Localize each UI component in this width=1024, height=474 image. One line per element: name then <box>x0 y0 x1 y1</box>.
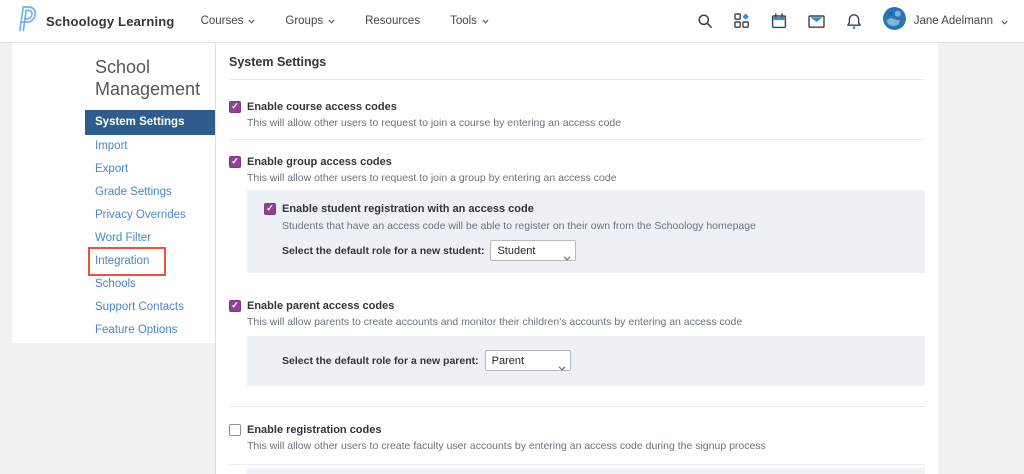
nav-resources[interactable]: Resources <box>365 15 420 27</box>
nav-groups[interactable]: Groups <box>285 15 335 27</box>
chevron-down-icon <box>482 15 489 27</box>
sidebar-nav: System Settings Import Export Grade Sett… <box>85 110 215 342</box>
schoology-logo-icon <box>13 5 38 37</box>
sidebar-item-integration[interactable]: Integration <box>85 250 215 273</box>
chevron-down-icon <box>1001 12 1008 30</box>
main-content: System Settings Enable course access cod… <box>215 43 938 474</box>
nav-tools[interactable]: Tools <box>450 15 489 27</box>
setting-label: Enable student registration with an acce… <box>282 203 534 215</box>
brand[interactable]: Schoology Learning <box>13 5 175 37</box>
divider <box>229 464 925 465</box>
student-registration-panel: Enable student registration with an acce… <box>247 190 925 273</box>
sidebar-item-word-filter[interactable]: Word Filter <box>85 227 215 250</box>
page-title: System Settings <box>229 55 925 69</box>
top-nav: Courses Groups Resources Tools <box>201 15 489 27</box>
parent-role-select[interactable]: Parent <box>485 350 571 371</box>
sidebar-item-privacy-overrides[interactable]: Privacy Overrides <box>85 204 215 227</box>
sidebar-title: School Management <box>12 43 215 101</box>
setting-course-access-codes: Enable course access codes This will all… <box>229 100 925 129</box>
sidebar-item-import[interactable]: Import <box>85 135 215 158</box>
notifications-icon[interactable] <box>846 13 862 30</box>
brand-name: Schoology Learning <box>46 14 175 29</box>
chevron-down-icon <box>328 15 335 27</box>
setting-registration-codes: Enable registration codes This will allo… <box>229 423 925 452</box>
sidebar-item-support-contacts[interactable]: Support Contacts <box>85 296 215 319</box>
sidebar-item-export[interactable]: Export <box>85 158 215 181</box>
nav-courses[interactable]: Courses <box>201 15 256 27</box>
sidebar: School Management System Settings Import… <box>12 43 215 343</box>
setting-description: This will allow other users to request t… <box>247 118 925 129</box>
setting-description: This will allow other users to create fa… <box>247 441 925 452</box>
setting-label: Enable registration codes <box>247 424 381 436</box>
search-icon[interactable] <box>697 13 713 29</box>
setting-label: Enable group access codes <box>247 156 392 168</box>
user-name: Jane Adelmann <box>914 15 993 27</box>
sidebar-item-schools[interactable]: Schools <box>85 273 215 296</box>
checkbox-course-access-codes[interactable] <box>229 101 241 113</box>
setting-group-access-codes: Enable group access codes This will allo… <box>229 155 925 273</box>
student-role-label: Select the default role for a new studen… <box>282 245 484 257</box>
parent-role-label: Select the default role for a new parent… <box>282 355 479 367</box>
checkbox-student-registration[interactable] <box>264 203 276 215</box>
calendar-icon[interactable] <box>771 13 787 29</box>
sidebar-item-feature-options[interactable]: Feature Options <box>85 319 215 342</box>
divider <box>229 139 925 140</box>
setting-parent-access-codes: Enable parent access codes This will all… <box>229 299 925 386</box>
setting-description: This will allow other users to request t… <box>247 173 925 184</box>
student-role-select[interactable]: Student <box>490 240 576 261</box>
sidebar-item-system-settings[interactable]: System Settings <box>85 110 215 135</box>
messages-icon[interactable] <box>808 14 825 29</box>
setting-description: Students that have an access code will b… <box>282 221 909 232</box>
setting-description: This will allow parents to create accoun… <box>247 317 925 328</box>
chevron-down-icon <box>248 15 255 27</box>
apps-grid-icon[interactable] <box>734 13 750 29</box>
setting-label: Enable course access codes <box>247 101 397 113</box>
checkbox-registration-codes[interactable] <box>229 424 241 436</box>
user-menu[interactable]: Jane Adelmann <box>883 7 1008 35</box>
top-bar: Schoology Learning Courses Groups Resour… <box>0 0 1024 43</box>
avatar <box>883 7 906 35</box>
checkbox-group-access-codes[interactable] <box>229 156 241 168</box>
divider <box>229 79 925 80</box>
sidebar-item-grade-settings[interactable]: Grade Settings <box>85 181 215 204</box>
next-panel-partial <box>247 468 925 474</box>
setting-label: Enable parent access codes <box>247 300 394 312</box>
divider <box>229 406 925 407</box>
checkbox-parent-access-codes[interactable] <box>229 300 241 312</box>
top-bar-actions: Jane Adelmann <box>697 7 1008 35</box>
parent-role-panel: Select the default role for a new parent… <box>247 336 925 386</box>
